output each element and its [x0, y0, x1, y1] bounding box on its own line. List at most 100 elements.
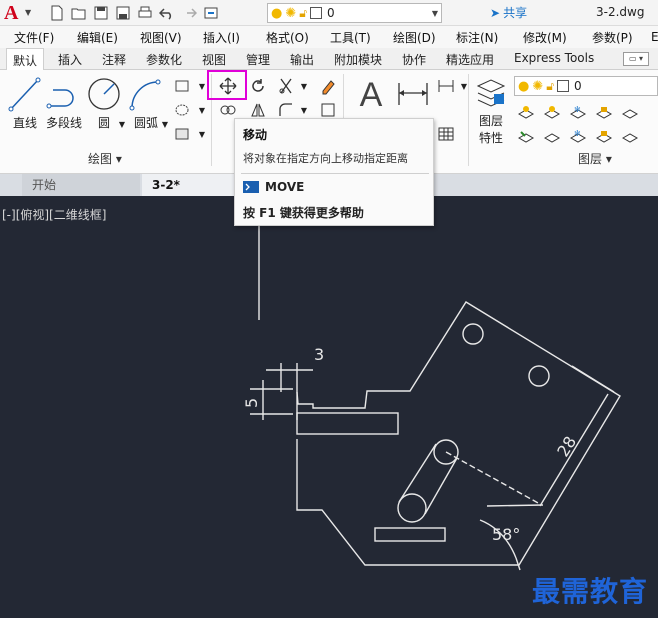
color-swatch-icon — [557, 80, 570, 92]
undo-icon[interactable] — [158, 4, 176, 22]
dimension-icon[interactable] — [396, 78, 430, 108]
slot-upper — [296, 412, 399, 435]
tab-addins[interactable]: 附加模块 — [334, 51, 382, 68]
menu-view[interactable]: 视图(V) — [140, 29, 182, 46]
layer-properties-label-1: 图层 — [478, 114, 503, 128]
linear-dimension-icon[interactable] — [436, 76, 456, 96]
rectangle-icon[interactable] — [172, 76, 192, 96]
rotate-icon[interactable] — [248, 76, 268, 96]
title-bar: A ▼ ● ✺ 🔓︎ 0 ▼ ➤ 共享 3-2.dwg — [0, 0, 658, 26]
layer-off-icon[interactable] — [516, 102, 536, 122]
new-file-icon[interactable] — [48, 4, 66, 22]
tab-start[interactable]: 开始 — [22, 174, 140, 196]
chevron-down-icon[interactable]: ▼ — [432, 9, 438, 18]
tooltip-title: 移动 — [243, 128, 268, 142]
layer-previous-icon[interactable] — [542, 126, 562, 146]
document-title: 3-2.dwg — [596, 5, 645, 19]
copy-icon[interactable] — [218, 100, 238, 120]
share-icon: ➤ — [490, 5, 501, 20]
command-line-icon — [243, 181, 259, 193]
lock-icon: 🔓︎ — [299, 5, 308, 20]
tab-express-tools[interactable]: Express Tools — [514, 51, 594, 65]
sun-icon: ✺ — [532, 78, 544, 94]
arc-icon — [129, 79, 161, 111]
layer-walk-icon[interactable] — [620, 102, 640, 122]
hatch-icon[interactable] — [172, 100, 192, 120]
chevron-down-icon[interactable]: ▼ — [192, 100, 212, 120]
tab-output[interactable]: 输出 — [290, 51, 314, 68]
draw-panel-label[interactable]: 绘图 ▾ — [88, 150, 122, 167]
menu-draw[interactable]: 绘图(D) — [393, 29, 436, 46]
layer-lock-icon[interactable] — [594, 102, 614, 122]
tab-collaborate[interactable]: 协作 — [402, 51, 426, 68]
layer-match-icon[interactable] — [516, 126, 536, 146]
tab-annotate[interactable]: 注释 — [102, 51, 126, 68]
region-icon[interactable] — [172, 124, 192, 144]
plot-icon[interactable] — [136, 4, 154, 22]
layer-isolate-icon[interactable] — [542, 102, 562, 122]
menu-insert[interactable]: 插入(I) — [203, 29, 240, 46]
layer-tools-row-1: ✻ — [516, 102, 640, 122]
menu-parametric[interactable]: 参数(P) — [592, 29, 633, 46]
mirror-icon[interactable] — [248, 100, 268, 120]
chevron-down-icon[interactable]: ▼ — [294, 100, 314, 120]
tab-parametric[interactable]: 参数化 — [146, 51, 182, 68]
tab-default[interactable]: 默认 — [6, 48, 45, 71]
fillet-icon[interactable] — [276, 100, 296, 120]
app-menu-button[interactable]: A — [4, 2, 24, 24]
line-tool[interactable]: 直线 — [8, 76, 42, 131]
menu-modify[interactable]: 修改(M) — [523, 29, 567, 46]
line-label: 直线 — [12, 116, 37, 130]
text-tool[interactable]: A — [354, 76, 388, 114]
chevron-down-icon[interactable]: ▼ — [192, 124, 212, 144]
share-button[interactable]: ➤ 共享 — [490, 4, 527, 21]
circle-icon — [88, 78, 120, 110]
menu-tools[interactable]: 工具(T) — [330, 29, 371, 46]
layer-thaw-icon[interactable]: ✻ — [568, 126, 588, 146]
chevron-down-icon[interactable]: ▼ — [25, 8, 31, 17]
menu-dimension[interactable]: 标注(N) — [456, 29, 498, 46]
erase-icon[interactable] — [318, 76, 338, 96]
dim-5-text: 5 — [242, 398, 261, 408]
viewport-controls[interactable]: [-][俯视][二维线框] — [2, 206, 106, 223]
layer-properties-label-2: 特性 — [478, 131, 503, 145]
table-icon[interactable] — [436, 124, 456, 144]
polyline-tool[interactable]: 多段线 — [45, 76, 83, 131]
share-drawing-icon[interactable] — [202, 4, 220, 22]
chevron-down-icon[interactable]: ▼ — [454, 76, 474, 96]
cad-drawing: 3 5 28 58° — [242, 226, 621, 571]
menu-bar: 文件(F) 编辑(E) 视图(V) 插入(I) 格式(O) 工具(T) 绘图(D… — [0, 26, 658, 48]
line-icon — [8, 77, 41, 112]
ribbon-options-icon[interactable]: ▭ ▾ — [623, 52, 649, 66]
ribbon-layer-dropdown[interactable]: ● ✺ 🔓︎ 0 — [514, 76, 658, 96]
center-line — [445, 451, 541, 505]
menu-edit[interactable]: 编辑(E) — [77, 29, 118, 46]
layer-stack-icon — [476, 79, 506, 107]
layers-panel-label[interactable]: 图层 ▾ — [578, 150, 612, 167]
menu-express[interactable]: E — [651, 30, 658, 44]
tab-current-drawing[interactable]: 3-2* — [142, 174, 248, 196]
tooltip-command: MOVE — [243, 180, 304, 194]
save-icon[interactable] — [92, 4, 110, 22]
tab-insert[interactable]: 插入 — [58, 51, 82, 68]
layer-merge-icon[interactable] — [620, 126, 640, 146]
tab-featured-apps[interactable]: 精选应用 — [446, 51, 494, 68]
layers-panel-title: 图层 — [578, 152, 603, 166]
save-as-icon[interactable] — [114, 4, 132, 22]
lock-icon: 🔓︎ — [546, 78, 555, 93]
layer-freeze-icon[interactable]: ✻ — [568, 102, 588, 122]
layer-unlock-icon[interactable] — [594, 126, 614, 146]
trim-icon[interactable] — [276, 76, 296, 96]
explode-icon[interactable] — [318, 100, 338, 120]
layer-dropdown[interactable]: ● ✺ 🔓︎ 0 ▼ — [267, 3, 442, 23]
menu-format[interactable]: 格式(O) — [266, 29, 309, 46]
drawing-canvas[interactable]: 3 5 28 58° — [0, 196, 658, 618]
tab-manage[interactable]: 管理 — [246, 51, 270, 68]
redo-icon[interactable] — [180, 4, 198, 22]
menu-file[interactable]: 文件(F) — [14, 29, 54, 46]
layer-properties-tool[interactable]: 图层 特性 — [474, 76, 508, 146]
quick-access-toolbar — [48, 3, 220, 23]
chevron-down-icon[interactable]: ▼ — [294, 76, 314, 96]
open-folder-icon[interactable] — [70, 4, 88, 22]
tab-view[interactable]: 视图 — [202, 51, 226, 68]
